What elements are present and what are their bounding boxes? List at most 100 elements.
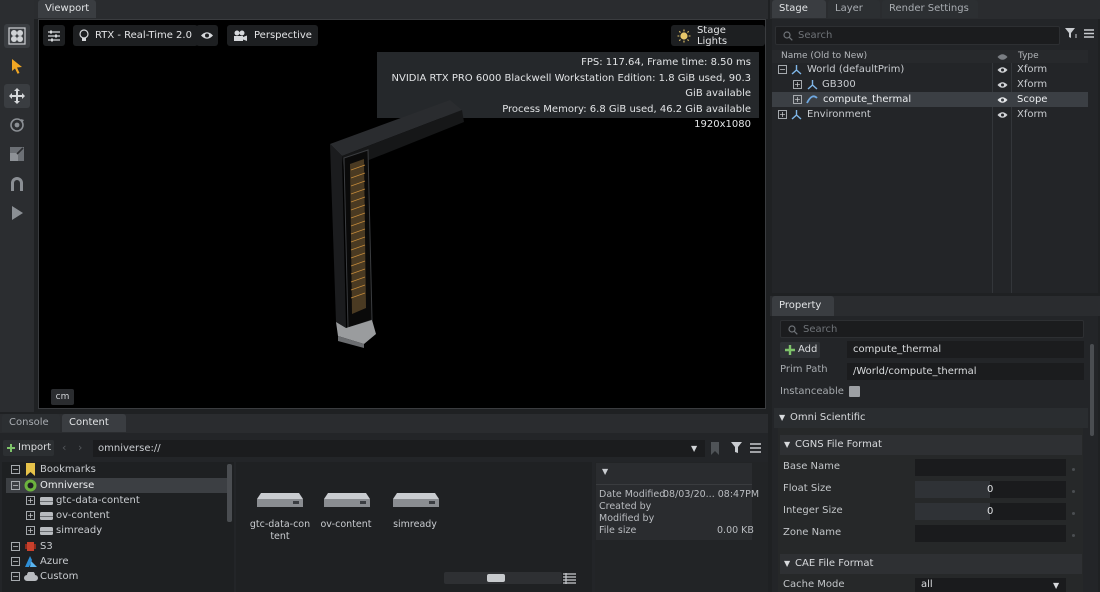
renderer-button[interactable]: RTX - Real-Time 2.0: [73, 25, 198, 46]
cae-file-format-section[interactable]: ▼ CAE File Format: [780, 554, 1082, 574]
expand-icon[interactable]: +: [26, 526, 35, 535]
forward-arrow-icon[interactable]: ›: [78, 441, 82, 454]
collapse-icon[interactable]: −: [11, 465, 20, 474]
eye-icon: [201, 32, 213, 39]
units-button[interactable]: cm: [51, 389, 74, 405]
scale-icon[interactable]: [4, 142, 30, 166]
tab-layer[interactable]: Layer: [828, 0, 880, 18]
zone-name-field[interactable]: [915, 525, 1066, 542]
reset-dot-icon[interactable]: [1072, 490, 1075, 493]
tab-content[interactable]: Content: [62, 414, 126, 432]
collapse-icon[interactable]: −: [11, 542, 20, 551]
stage-row-compute-thermal[interactable]: + compute_thermal Scope: [772, 92, 1088, 107]
base-name-field[interactable]: [915, 459, 1066, 476]
reset-dot-icon[interactable]: [1072, 512, 1075, 515]
reset-dot-icon[interactable]: [1072, 468, 1075, 471]
prim-name-field[interactable]: compute_thermal: [847, 341, 1084, 358]
add-button[interactable]: Add: [780, 342, 820, 358]
tab-property[interactable]: Property: [772, 296, 834, 316]
date-modified-value: 08/03/20... 08:47PM: [663, 489, 760, 500]
tree-item-custom[interactable]: − Custom: [6, 569, 228, 584]
filter-icon[interactable]: [731, 442, 743, 454]
eye-icon[interactable]: [997, 111, 1008, 119]
tree-item-bookmarks[interactable]: − Bookmarks: [6, 462, 228, 477]
bookmark-icon[interactable]: [710, 442, 720, 455]
tree-item-omniverse[interactable]: − Omniverse: [6, 478, 228, 493]
collapse-icon[interactable]: −: [11, 481, 20, 490]
stage-lights-button[interactable]: Stage Lights: [671, 25, 765, 47]
lightbulb-icon: [79, 29, 89, 41]
back-arrow-icon[interactable]: ‹: [62, 441, 66, 454]
property-search-input[interactable]: Search: [780, 320, 1084, 338]
search-icon: [783, 31, 793, 41]
sun-icon: [677, 29, 691, 42]
collapse-triangle-icon: ▼: [784, 440, 791, 449]
layout-icon[interactable]: [4, 24, 30, 48]
file-item-simready[interactable]: simready: [385, 482, 445, 554]
integer-size-field[interactable]: 0: [915, 503, 1066, 520]
stage-row-environment[interactable]: + Environment Xform: [772, 107, 1088, 122]
expand-icon[interactable]: +: [793, 80, 802, 89]
expand-icon[interactable]: +: [793, 95, 802, 104]
tab-render-settings[interactable]: Render Settings: [882, 0, 978, 18]
cgns-file-format-section[interactable]: ▼ CGNS File Format: [780, 435, 1082, 455]
tree-item-ov-content[interactable]: + ov-content: [6, 508, 228, 523]
column-name-header[interactable]: Name (Old to New): [781, 51, 867, 61]
grid-view-icon[interactable]: [563, 573, 576, 584]
stage-row-world[interactable]: − World (defaultPrim) Xform: [772, 62, 1088, 77]
play-icon[interactable]: [4, 201, 30, 225]
column-type-header[interactable]: Type: [1018, 51, 1039, 61]
reset-dot-icon[interactable]: [1072, 534, 1075, 537]
tab-console[interactable]: Console: [2, 414, 60, 432]
collapse-icon[interactable]: −: [11, 572, 20, 581]
path-dropdown-icon[interactable]: ▼: [691, 440, 697, 457]
scope-icon: [806, 95, 818, 104]
tab-stage[interactable]: Stage: [772, 0, 826, 18]
collapse-icon[interactable]: −: [778, 65, 787, 74]
path-input[interactable]: omniverse:// ▼: [93, 440, 705, 457]
visibility-button[interactable]: [196, 25, 218, 46]
tree-scrollbar[interactable]: [227, 464, 232, 522]
menu-icon[interactable]: [1084, 29, 1094, 38]
prim-path-field[interactable]: /World/compute_thermal: [847, 363, 1084, 380]
filter-icon[interactable]: [1065, 28, 1077, 39]
file-item-gtc-data-content[interactable]: gtc-data-con tent: [246, 482, 314, 554]
omni-scientific-section[interactable]: ▼ Omni Scientific: [774, 408, 1088, 428]
select-arrow-icon[interactable]: [4, 54, 30, 78]
eye-icon[interactable]: [997, 96, 1008, 104]
tab-viewport[interactable]: Viewport: [38, 0, 97, 18]
camera-label: Perspective: [254, 30, 312, 41]
content-tree: − Bookmarks − Omniverse + gtc-data-conte…: [2, 462, 234, 592]
menu-icon[interactable]: [750, 443, 761, 453]
file-item-ov-content[interactable]: ov-content: [316, 482, 376, 554]
integer-size-label: Integer Size: [783, 505, 843, 516]
expand-icon[interactable]: +: [26, 511, 35, 520]
tree-item-gtc-data-content[interactable]: + gtc-data-content: [6, 493, 228, 508]
move-icon[interactable]: [4, 84, 30, 108]
cache-mode-select[interactable]: all ▼: [915, 578, 1066, 592]
eye-icon[interactable]: [997, 66, 1008, 74]
details-collapse-icon[interactable]: ▼: [602, 467, 608, 476]
zoom-slider-handle[interactable]: [487, 574, 505, 582]
tree-item-simready[interactable]: + simready: [6, 523, 228, 538]
import-button[interactable]: Import: [3, 440, 54, 456]
expand-icon[interactable]: +: [26, 496, 35, 505]
stage-search-input[interactable]: Search: [775, 26, 1060, 45]
float-size-field[interactable]: 0: [915, 481, 1066, 498]
zoom-slider[interactable]: [444, 572, 562, 584]
viewport-settings-button[interactable]: [43, 25, 65, 46]
rotate-icon[interactable]: [4, 113, 30, 137]
instanceable-checkbox[interactable]: [849, 386, 860, 397]
eye-icon[interactable]: [997, 81, 1008, 89]
collapse-icon[interactable]: −: [11, 557, 20, 566]
tree-item-azure[interactable]: − Azure: [6, 554, 228, 569]
property-scrollbar[interactable]: [1090, 344, 1094, 436]
camera-button[interactable]: Perspective: [227, 25, 318, 46]
stage-row-gb300[interactable]: + GB300 Xform: [772, 77, 1088, 92]
expand-icon[interactable]: +: [778, 110, 787, 119]
snap-magnet-icon[interactable]: [4, 172, 30, 196]
server-icon: [40, 512, 53, 520]
tree-item-s3[interactable]: − S3: [6, 539, 228, 554]
collapse-triangle-icon: ▼: [784, 559, 791, 568]
viewport[interactable]: RTX - Real-Time 2.0 Perspective Stage Li…: [38, 19, 766, 409]
